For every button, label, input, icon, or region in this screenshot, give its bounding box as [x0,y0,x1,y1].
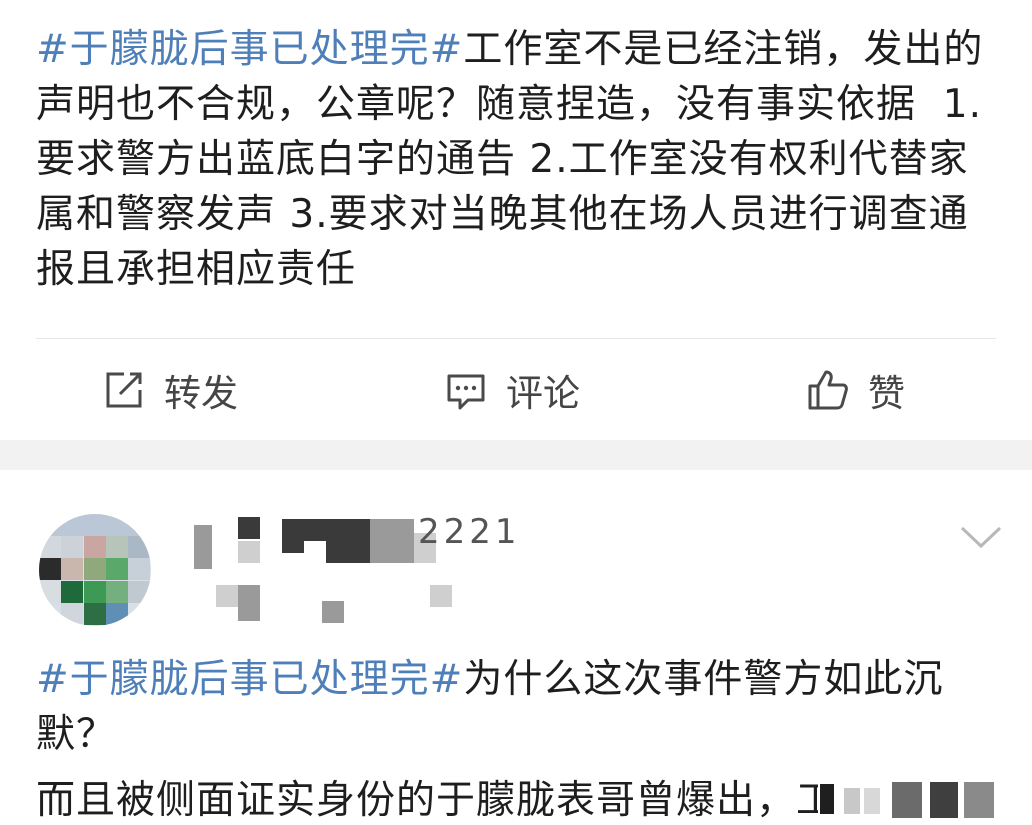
avatar[interactable] [39,514,151,626]
feed-separator [0,440,1032,470]
username-tail: 2221 [418,512,521,552]
repost-button[interactable]: 转发 [102,367,238,415]
redaction-overlay [818,778,998,823]
repost-icon [106,372,142,408]
thumbs-up-icon [808,370,848,410]
action-bar: 转发 评论 赞 [0,339,1032,440]
post-text: #于朦胧后事已处理完#工作室不是已经注销，发出的声明也不合规，公章呢？随意捏造，… [36,22,1000,297]
chevron-down-icon[interactable] [958,522,1004,552]
comment-button[interactable]: 评论 [444,367,580,415]
like-label: 赞 [868,372,905,415]
repost-label: 转发 [164,372,238,415]
comment-label: 评论 [506,372,580,415]
comment-icon [447,374,485,410]
post-text: #于朦胧后事已处理完#为什么这次事件警方如此沉默？ [36,652,1000,762]
topic-link[interactable]: #于朦胧后事已处理完# [36,27,463,72]
topic-link[interactable]: #于朦胧后事已处理完# [36,657,463,702]
like-button[interactable]: 赞 [806,367,905,415]
